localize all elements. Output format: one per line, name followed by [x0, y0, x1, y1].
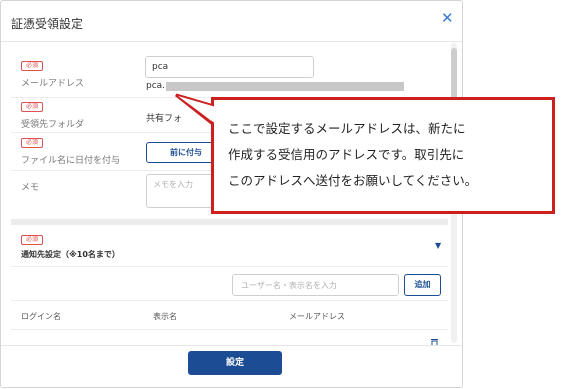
callout-line: ここで設定するメールアドレスは、新たに — [228, 121, 466, 136]
required-badge-email: 必須 — [21, 61, 43, 71]
dialog-header: 証憑受領設定 ✕ — [1, 1, 462, 42]
required-badge-folder: 必須 — [21, 102, 43, 112]
folder-value: 共有フォ — [146, 114, 183, 124]
row-divider — [11, 170, 211, 171]
masked-email-address — [166, 82, 404, 91]
chevron-down-icon[interactable]: ▼ — [435, 241, 441, 250]
email-input[interactable]: pca — [145, 56, 314, 78]
close-icon[interactable]: ✕ — [441, 11, 454, 26]
row-divider — [11, 132, 211, 133]
callout-box: ここで設定するメールアドレスは、新たに 作成する受信用のアドレスです。取引先に … — [211, 97, 555, 214]
filename-date-label: ファイル名に日付を付与 — [21, 156, 121, 166]
notify-section-title: 通知先設定（※10名まで） — [21, 250, 120, 259]
section-divider — [11, 219, 448, 225]
submit-button[interactable]: 設定 — [188, 351, 282, 375]
row-divider — [11, 266, 448, 267]
memo-placeholder: メモを入力 — [153, 180, 193, 189]
email-address-prefix: pca. — [146, 81, 166, 91]
dialog-title: 証憑受領設定 — [11, 17, 84, 31]
user-search-input[interactable]: ユーザー名・表示名を入力 — [232, 274, 399, 296]
callout-line: このアドレスへ送付をお願いしてください。 — [228, 173, 478, 188]
email-label: メールアドレス — [21, 79, 85, 89]
table-header-divider — [11, 329, 448, 330]
add-user-button[interactable]: 追加 — [404, 274, 441, 296]
user-search-placeholder: ユーザー名・表示名を入力 — [241, 281, 337, 290]
table-divider — [11, 300, 448, 301]
column-header-login: ログイン名 — [21, 312, 61, 321]
folder-label: 受領先フォルダ — [21, 120, 85, 130]
column-header-display-name: 表示名 — [153, 312, 177, 321]
email-input-value: pca — [152, 62, 169, 72]
callout-text: ここで設定するメールアドレスは、新たに 作成する受信用のアドレスです。取引先に … — [228, 116, 548, 194]
required-badge-filename-date: 必須 — [21, 138, 43, 148]
required-badge-notify: 必須 — [21, 235, 43, 245]
column-header-email: メールアドレス — [289, 312, 345, 321]
row-divider — [11, 97, 211, 98]
callout-line: 作成する受信用のアドレスです。取引先に — [228, 147, 465, 162]
memo-label: メモ — [21, 183, 40, 193]
